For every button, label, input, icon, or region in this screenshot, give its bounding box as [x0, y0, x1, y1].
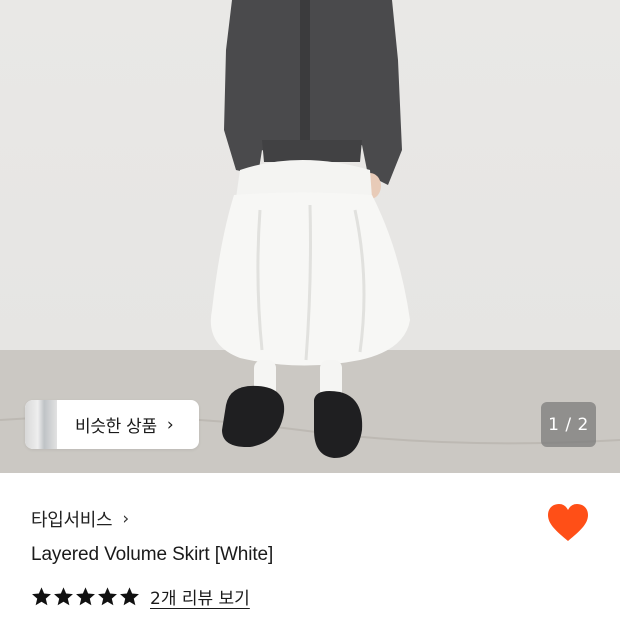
similar-products-button[interactable]: 비슷한 상품 ›: [25, 400, 199, 449]
star-icon: [76, 587, 95, 606]
star-icon: [120, 587, 139, 606]
similar-product-thumbnail: [25, 400, 57, 449]
star-rating: [31, 586, 140, 607]
chevron-right-icon: ›: [122, 509, 130, 529]
reviews-link[interactable]: 2개 리뷰 보기: [150, 584, 250, 609]
product-info: 타입서비스 › Layered Volume Skirt [White] 2개 …: [0, 473, 620, 620]
brand-link[interactable]: 타입서비스 ›: [31, 506, 129, 532]
product-photo-carousel[interactable]: 비슷한 상품 › 1 / 2: [0, 0, 620, 473]
product-title: Layered Volume Skirt [White]: [31, 544, 274, 565]
star-icon: [54, 587, 73, 606]
wishlist-button[interactable]: [547, 503, 589, 543]
similar-products-label: 비슷한 상품: [75, 417, 157, 437]
rating-row: 2개 리뷰 보기: [31, 584, 250, 609]
star-icon: [32, 587, 51, 606]
page-indicator: 1 / 2: [541, 402, 596, 447]
chevron-right-icon: ›: [166, 414, 174, 435]
star-icon: [98, 587, 117, 606]
brand-name: 타입서비스: [31, 510, 113, 531]
heart-icon: [548, 504, 588, 541]
